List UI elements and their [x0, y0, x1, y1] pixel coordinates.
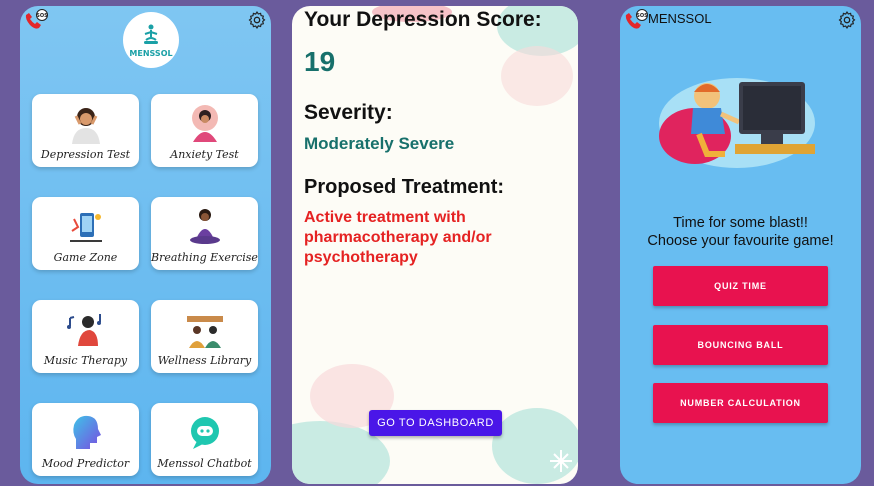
tile-depression-test[interactable]: Depression Test [32, 94, 139, 167]
settings-gear-icon[interactable] [247, 10, 267, 30]
score-title: Your Depression Score: [304, 8, 542, 31]
logo-text: MENSSOL [129, 48, 173, 58]
game-prompt-line1: Time for some blast!! [673, 215, 808, 231]
tile-game-zone[interactable]: Game Zone [32, 197, 139, 270]
meditation-figure-icon [144, 24, 158, 44]
app-title: MENSSOL [648, 11, 712, 26]
sos-phone-icon[interactable]: SOS [623, 9, 649, 31]
anxious-woman-icon [191, 105, 218, 142]
tile-label: Depression Test [40, 148, 131, 161]
svg-text:SOS: SOS [36, 13, 48, 19]
tile-label: Wellness Library [157, 354, 252, 367]
settings-gear-icon[interactable] [837, 10, 857, 30]
tile-label: Game Zone [53, 251, 118, 264]
tile-label: Music Therapy [43, 354, 128, 367]
tile-menssol-chatbot[interactable]: Menssol Chatbot [151, 403, 258, 476]
number-calculation-button[interactable]: NUMBER CALCULATION [653, 383, 828, 423]
tile-label: Mood Predictor [41, 457, 130, 470]
tile-mood-predictor[interactable]: Mood Predictor [32, 403, 139, 476]
game-zone-icon [69, 213, 102, 242]
tile-anxiety-test[interactable]: Anxiety Test [151, 94, 258, 167]
menssol-logo: MENSSOL [123, 12, 179, 68]
feature-grid: Depression Test Anxiety Test Game Zone B… [32, 94, 260, 476]
treatment-value: Active treatment with pharmacotherapy an… [304, 209, 492, 266]
quiz-time-button[interactable]: QUIZ TIME [653, 266, 828, 306]
tile-label: Anxiety Test [170, 148, 239, 161]
treatment-title: Proposed Treatment: [304, 176, 505, 198]
tile-label: Breathing Exercise [151, 251, 258, 264]
sos-phone-icon[interactable]: SOS [23, 9, 49, 31]
chatbot-bubble-icon [190, 417, 219, 449]
reading-group-icon [186, 316, 223, 348]
mood-head-icon [72, 415, 101, 449]
go-to-dashboard-button[interactable]: GO TO DASHBOARD [369, 410, 502, 436]
game-zone-screen: SOS MENSSOL Time for some blast!! Choose… [620, 6, 861, 484]
dashboard-screen: SOS MENSSOL Depression Test Anxiety Test… [20, 6, 271, 484]
yoga-person-icon [189, 209, 220, 244]
severity-title: Severity: [304, 101, 393, 124]
tile-wellness-library[interactable]: Wellness Library [151, 300, 258, 373]
game-prompt: Time for some blast!! Choose your favour… [620, 214, 861, 250]
tile-breathing-exercise[interactable]: Breathing Exercise [151, 197, 258, 270]
stressed-woman-icon [71, 108, 100, 144]
result-screen: Your Depression Score: 19 Severity: Mode… [292, 6, 578, 484]
tile-music-therapy[interactable]: Music Therapy [32, 300, 139, 373]
score-value: 19 [304, 46, 336, 77]
music-therapy-icon [66, 314, 101, 346]
game-prompt-line2: Choose your favourite game! [647, 233, 834, 249]
gamer-kid-illustration [659, 78, 815, 168]
svg-text:SOS: SOS [636, 13, 648, 19]
severity-value: Moderately Severe [304, 134, 455, 153]
bouncing-ball-button[interactable]: BOUNCING BALL [653, 325, 828, 365]
tile-label: Menssol Chatbot [157, 457, 252, 470]
